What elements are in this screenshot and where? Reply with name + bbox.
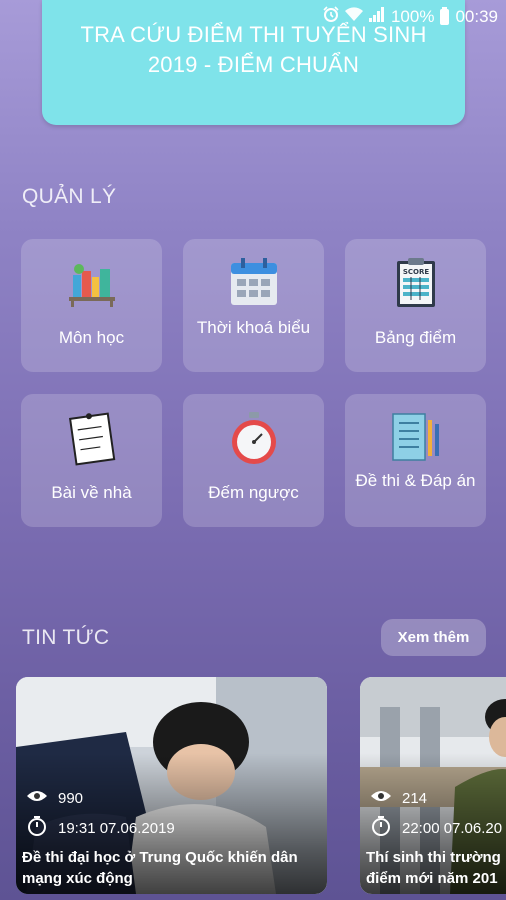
news-card[interactable]: 990 19:31 07.06.2019 Đề thi đại học ở Tr…	[16, 677, 327, 894]
card-timetable[interactable]: Thời khoá biểu	[183, 239, 324, 372]
homework-icon	[67, 410, 117, 466]
news-datetime: 22:00 07.06.20	[402, 819, 503, 837]
card-exam-answers-label: Đề thi & Đáp án	[355, 471, 476, 490]
card-exam-answers[interactable]: Đề thi & Đáp án	[345, 394, 486, 527]
manage-section-title: QUẢN LÝ	[22, 185, 117, 208]
clock: 00:39	[455, 6, 498, 26]
news-section-title: TIN TỨC	[22, 626, 110, 649]
news-datetime: 19:31 07.06.2019	[58, 819, 175, 837]
see-more-button[interactable]: Xem thêm	[381, 619, 486, 656]
news-date: 19:31 07.06.2019	[26, 816, 175, 840]
stopwatch-small-icon	[370, 816, 392, 840]
card-score-board-label: Bảng điểm	[374, 328, 457, 347]
eye-icon	[370, 789, 392, 807]
news-views: 214	[370, 789, 427, 807]
card-countdown-label: Đếm ngược	[208, 483, 299, 502]
news-headline: Thí sinh thi trường điểm mới năm 201	[366, 849, 501, 887]
news-view-count: 214	[402, 789, 428, 807]
news-view-count: 990	[58, 789, 84, 807]
status-bar: 100% 00:39	[0, 0, 506, 34]
card-homework[interactable]: Bài về nhà	[21, 394, 162, 527]
stopwatch-small-icon	[26, 816, 48, 840]
score-board-icon: SCORE	[391, 255, 441, 311]
card-homework-label: Bài về nhà	[51, 483, 132, 502]
card-timetable-label: Thời khoá biểu	[196, 318, 311, 337]
books-icon	[67, 255, 117, 311]
news-date: 22:00 07.06.20	[370, 816, 502, 840]
news-views: 990	[26, 789, 83, 807]
news-card[interactable]: 214 22:00 07.06.20 Thí sinh thi trường đ…	[360, 677, 506, 894]
stopwatch-icon	[229, 410, 279, 466]
signal-icon	[368, 6, 385, 27]
battery-icon	[440, 6, 450, 25]
alarm-icon	[323, 6, 339, 27]
exam-answers-icon	[391, 410, 441, 466]
calendar-icon	[229, 255, 279, 311]
wifi-icon	[344, 6, 363, 27]
news-headline: Đề thi đại học ở Trung Quốc khiến dân mạ…	[22, 849, 298, 887]
card-countdown[interactable]: Đếm ngược	[183, 394, 324, 527]
eye-icon	[26, 789, 48, 807]
battery-percent: 100%	[390, 6, 435, 26]
card-score-board[interactable]: SCORE Bảng điểm	[345, 239, 486, 372]
card-subjects[interactable]: Môn học	[21, 239, 162, 372]
card-subjects-label: Môn học	[58, 328, 125, 347]
svg-text:SCORE: SCORE	[402, 268, 429, 276]
